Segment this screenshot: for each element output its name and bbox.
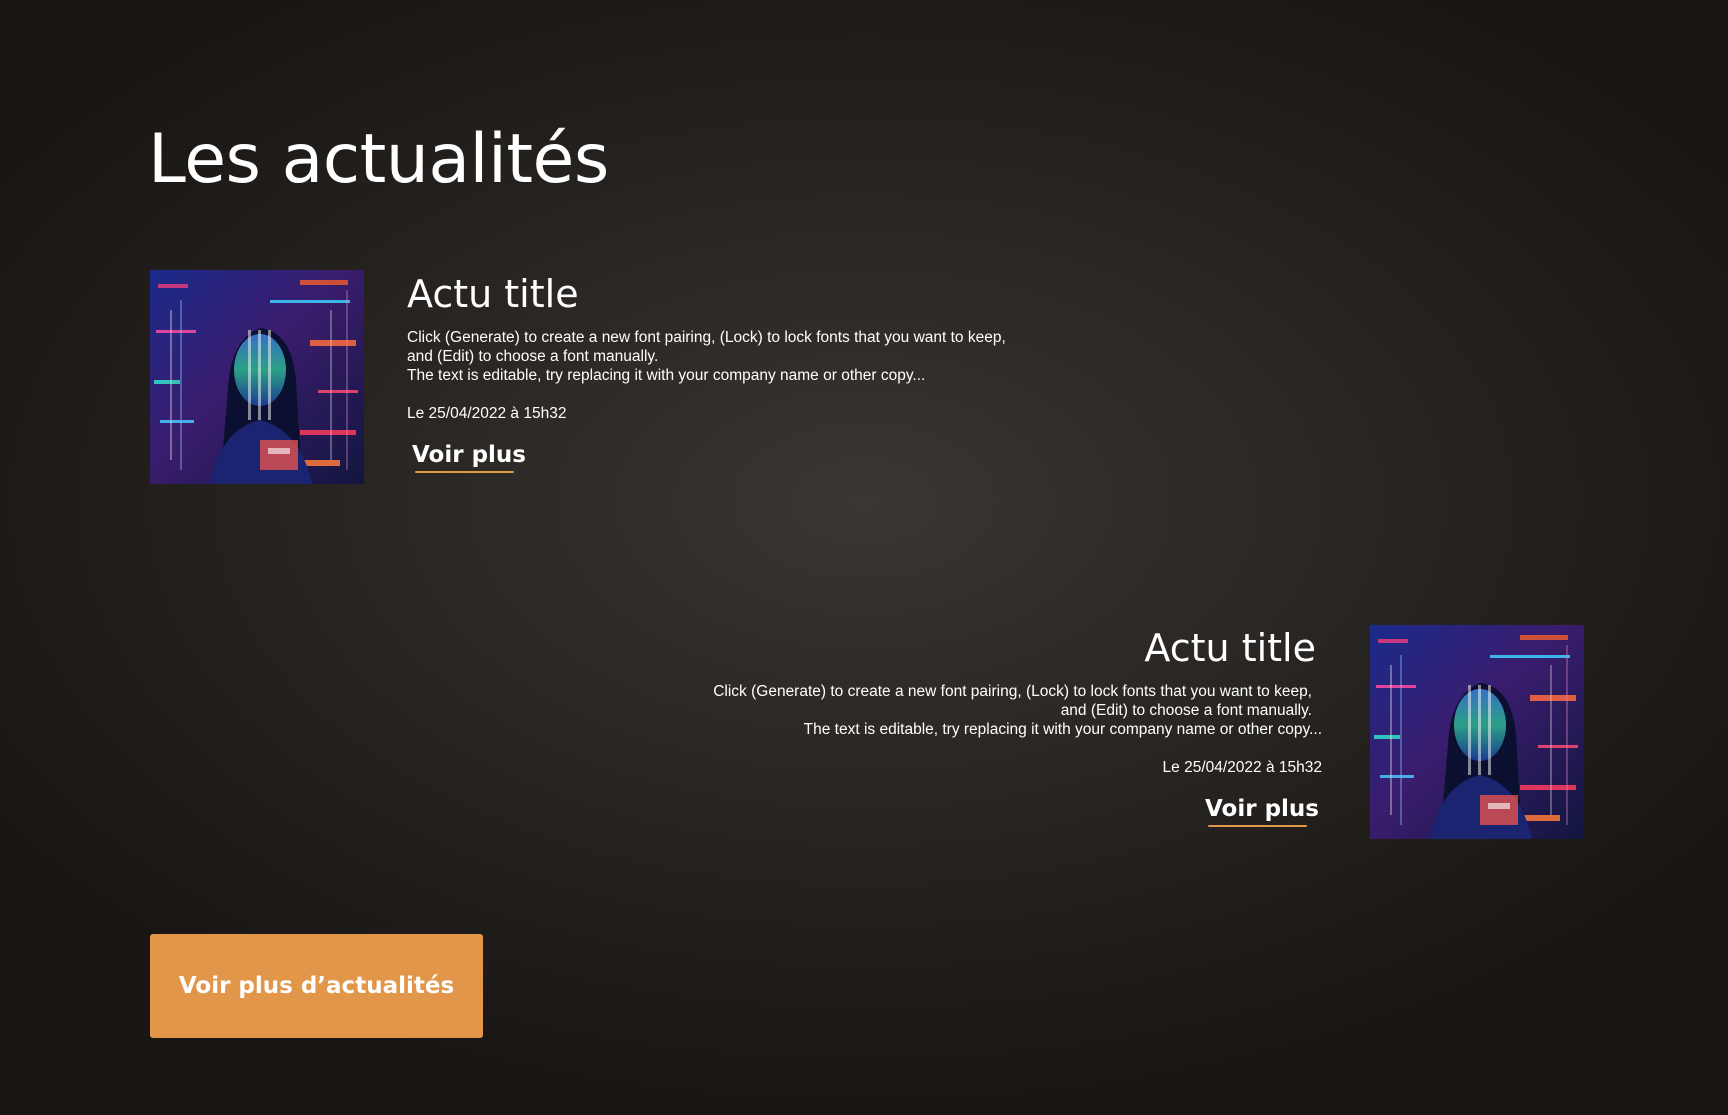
page-title: Les actualités [148, 120, 609, 199]
article-body: Actu title Click (Generate) to create a … [602, 624, 1322, 827]
read-more-label: Voir plus [412, 442, 526, 468]
link-underline [415, 471, 514, 473]
article-title: Actu title [1144, 626, 1316, 670]
portrait-image-icon [1370, 625, 1584, 839]
article-excerpt-line: Click (Generate) to create a new font pa… [407, 329, 1006, 346]
article-date: Le 25/04/2022 à 15h32 [407, 405, 567, 422]
read-more-label: Voir plus [1205, 796, 1319, 822]
article-image[interactable] [150, 270, 364, 484]
link-underline [1208, 825, 1307, 827]
article-excerpt: Click (Generate) to create a new font pa… [602, 682, 1322, 739]
article-image[interactable] [1370, 625, 1584, 839]
article-excerpt-line: and (Edit) to choose a font manually. [1060, 702, 1312, 719]
article-title: Actu title [407, 272, 579, 316]
read-more-link[interactable]: Voir plus [1205, 795, 1319, 827]
article-excerpt-line: The text is editable, try replacing it w… [407, 367, 926, 384]
article-excerpt-line: and (Edit) to choose a font manually. [407, 348, 659, 365]
article-excerpt-line: The text is editable, try replacing it w… [803, 721, 1322, 738]
more-news-button[interactable]: Voir plus d’actualités [150, 934, 483, 1038]
article-body: Actu title Click (Generate) to create a … [407, 270, 1127, 473]
article-date: Le 25/04/2022 à 15h32 [1162, 759, 1322, 776]
read-more-link[interactable]: Voir plus [412, 441, 526, 473]
article-excerpt: Click (Generate) to create a new font pa… [407, 328, 1127, 385]
portrait-image-icon [150, 270, 364, 484]
article-excerpt-line: Click (Generate) to create a new font pa… [713, 683, 1312, 700]
